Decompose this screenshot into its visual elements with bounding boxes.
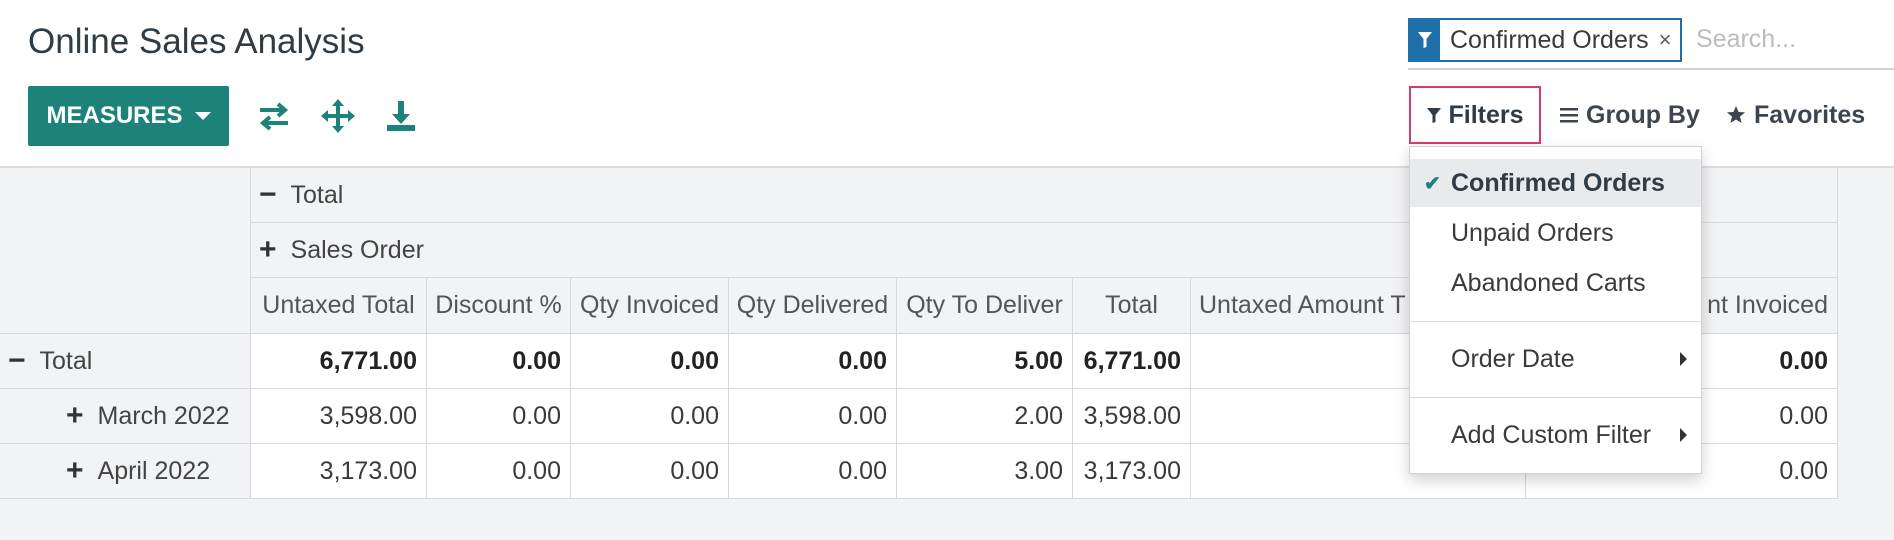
pivot-cell[interactable]: 6,771.00 (1073, 334, 1191, 389)
group-by-button[interactable]: Group By (1560, 86, 1700, 144)
star-icon (1727, 106, 1745, 123)
filter-icon (1410, 20, 1440, 60)
filter-option-abandoned-carts[interactable]: Abandoned Carts (1410, 259, 1701, 307)
pivot-cell[interactable]: 3,598.00 (251, 389, 427, 444)
col-header-total-label: Total (290, 180, 344, 209)
pivot-cell[interactable]: 3,173.00 (1073, 444, 1191, 499)
filter-option-label: Abandoned Carts (1451, 268, 1646, 297)
filter-option-label: Order Date (1451, 344, 1575, 373)
row-header-april-2022[interactable]: + April 2022 (0, 444, 251, 499)
measure-header[interactable]: Untaxed Total (251, 278, 427, 334)
bars-icon (1560, 108, 1578, 123)
row-header-label: April 2022 (97, 456, 211, 485)
page-title: Online Sales Analysis (28, 22, 365, 61)
pivot-cell[interactable]: 3,598.00 (1073, 389, 1191, 444)
row-header-label: Total (39, 346, 93, 375)
filter-option-order-date[interactable]: Order Date (1410, 335, 1701, 383)
expand-icon: + (66, 454, 84, 487)
checkmark-icon: ✔ (1424, 172, 1441, 195)
pivot-cell[interactable]: 3.00 (897, 444, 1073, 499)
row-header-march-2022[interactable]: + March 2022 (0, 389, 251, 444)
add-custom-filter[interactable]: Add Custom Filter (1410, 411, 1701, 459)
collapse-icon: − (8, 344, 26, 377)
group-by-label: Group By (1586, 100, 1700, 129)
remove-facet-icon[interactable]: × (1659, 27, 1680, 53)
facet-label: Confirmed Orders (1450, 25, 1649, 54)
flip-axis-icon[interactable] (256, 98, 292, 134)
pivot-cell[interactable]: 0.00 (427, 389, 571, 444)
dropdown-divider (1410, 397, 1701, 398)
measure-header[interactable]: Qty Delivered (729, 278, 897, 334)
measure-header[interactable]: Total (1073, 278, 1191, 334)
filter-option-label: Unpaid Orders (1451, 218, 1614, 247)
expand-all-icon[interactable] (320, 98, 356, 134)
download-icon[interactable] (383, 98, 419, 134)
expand-icon: + (259, 233, 277, 266)
filter-icon (1427, 108, 1442, 123)
pivot-cell[interactable]: 0.00 (427, 444, 571, 499)
search-bar: Confirmed Orders × (1408, 18, 1894, 70)
row-header-label: March 2022 (97, 401, 230, 430)
pivot-cell[interactable]: 0.00 (729, 444, 897, 499)
row-header-total[interactable]: − Total (0, 334, 251, 389)
measure-header[interactable]: Discount % (427, 278, 571, 334)
dropdown-divider (1410, 321, 1701, 322)
caret-down-icon (194, 112, 211, 120)
search-input[interactable] (1694, 20, 1888, 58)
filter-option-unpaid-orders[interactable]: Unpaid Orders (1410, 209, 1701, 257)
pivot-cell[interactable]: 0.00 (571, 334, 729, 389)
measure-header[interactable]: Qty To Deliver (897, 278, 1073, 334)
favorites-button[interactable]: Favorites (1726, 86, 1865, 144)
pivot-cell[interactable]: 0.00 (571, 444, 729, 499)
favorites-label: Favorites (1754, 100, 1866, 129)
collapse-icon: − (259, 178, 277, 211)
pivot-cell[interactable]: 5.00 (897, 334, 1073, 389)
filter-option-label: Confirmed Orders (1451, 168, 1665, 197)
measure-header[interactable]: Qty Invoiced (571, 278, 729, 334)
search-facet[interactable]: Confirmed Orders × (1408, 18, 1682, 62)
measures-button[interactable]: MEASURES (28, 86, 229, 146)
caret-right-icon (1680, 352, 1687, 366)
caret-right-icon (1680, 428, 1687, 442)
col-header-sales-order-label: Sales Order (290, 235, 424, 264)
pivot-cell[interactable]: 0.00 (729, 389, 897, 444)
pivot-cell[interactable]: 0.00 (571, 389, 729, 444)
pivot-cell[interactable]: 0.00 (729, 334, 897, 389)
filter-option-label: Add Custom Filter (1451, 420, 1652, 449)
measures-label: MEASURES (46, 102, 183, 129)
expand-icon: + (66, 399, 84, 432)
pivot-cell[interactable]: 6,771.00 (251, 334, 427, 389)
filters-label: Filters (1448, 100, 1524, 129)
filters-button[interactable]: Filters (1409, 86, 1541, 144)
filter-option-confirmed-orders[interactable]: ✔ Confirmed Orders (1410, 159, 1701, 207)
control-panel: Online Sales Analysis MEASURES Confirmed… (0, 0, 1894, 168)
pivot-cell[interactable]: 2.00 (897, 389, 1073, 444)
pivot-cell[interactable]: 3,173.00 (251, 444, 427, 499)
pivot-corner (0, 168, 251, 334)
filters-dropdown: ✔ Confirmed Orders Unpaid Orders Abandon… (1409, 146, 1702, 474)
pivot-cell[interactable]: 0.00 (427, 334, 571, 389)
